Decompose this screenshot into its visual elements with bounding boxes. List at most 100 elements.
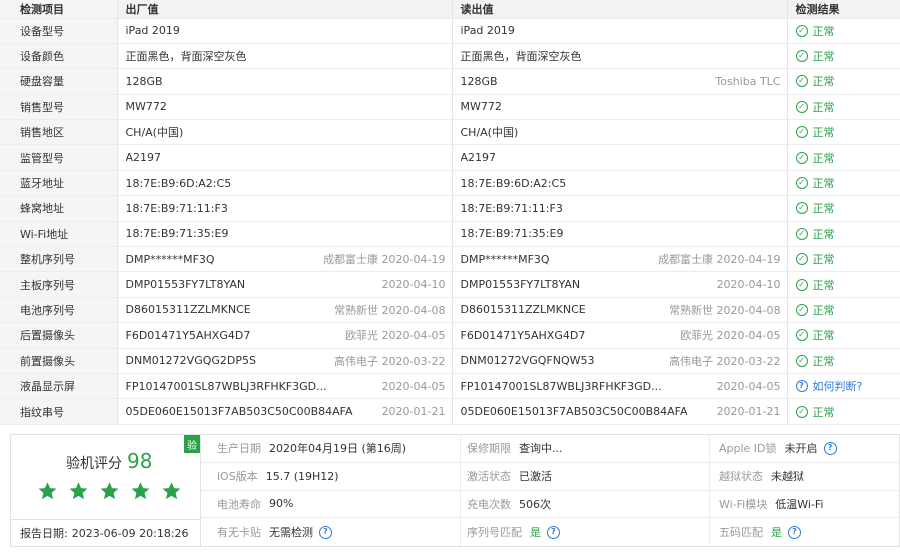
- result-text: 正常: [812, 227, 835, 241]
- factory-value: D86015311ZZLMKNCE: [125, 303, 251, 317]
- info-key: 越狱状态: [719, 470, 763, 484]
- read-value: 正面黑色，背面深空灰色: [460, 50, 582, 64]
- read-value: 18:7E:B9:71:11:F3: [460, 201, 563, 215]
- row-factory-cell: 18:7E:B9:71:11:F3: [117, 195, 453, 222]
- read-value: MW772: [460, 100, 502, 114]
- read-value: 128GB: [460, 74, 498, 88]
- info-value: 未开启: [784, 442, 818, 456]
- info-cell: Apple ID锁 未开启?: [710, 435, 899, 462]
- read-sub: Toshiba TLC: [715, 74, 781, 88]
- info-key: iOS版本: [217, 470, 258, 484]
- info-key: 五码匹配: [719, 526, 763, 540]
- report-date-box: 报告日期: 2023-06-09 20:18:26: [11, 519, 201, 546]
- table-row: 主板序列号 DMP01553FY7LT8YAN 2020-04-10 DMP01553…: [0, 271, 900, 298]
- factory-value: 18:7E:B9:6D:A2:C5: [125, 176, 232, 190]
- row-result-cell: ✓ 正常: [787, 322, 900, 349]
- row-result-cell: ✓ 正常: [787, 43, 900, 70]
- read-value: 05DE060E15013F7AB503C50C00B84AFA: [460, 405, 688, 419]
- result-status: ✓ 正常: [795, 251, 835, 267]
- factory-value: 128GB: [125, 74, 163, 88]
- table-row: 设备颜色 正面黑色，背面深空灰色 正面黑色，背面深空灰色 ✓ 正常: [0, 43, 900, 70]
- row-read-cell: iPad 2019: [452, 18, 788, 44]
- row-factory-cell: DNM01272VGQG2DP5S 高伟电子 2020-03-22: [117, 348, 453, 374]
- check-circle-icon: ✓: [795, 253, 808, 266]
- result-status: ✓ 正常: [795, 23, 835, 39]
- row-read-cell: 18:7E:B9:71:35:E9: [452, 221, 788, 248]
- info-value: 查询中...: [519, 442, 563, 456]
- help-icon[interactable]: ?: [547, 525, 560, 539]
- row-read-cell: 128GB Toshiba TLC: [452, 68, 788, 95]
- read-value: A2197: [460, 151, 497, 165]
- info-cell: 越狱状态 未越狱: [710, 463, 899, 490]
- row-read-cell: CH/A(中国): [452, 119, 788, 146]
- header-read: 读出值: [452, 0, 788, 19]
- row-item: 蓝牙地址: [0, 170, 118, 197]
- info-cell: 序列号匹配是?: [461, 518, 710, 546]
- check-circle-icon: ✓: [795, 303, 808, 316]
- help-icon[interactable]: ?: [823, 441, 837, 455]
- row-read-cell: MW772: [452, 94, 788, 121]
- row-result-cell: ✓ 正常: [787, 271, 900, 298]
- help-icon[interactable]: ?: [319, 525, 332, 539]
- table-row: 销售型号 MW772 MW772 ✓ 正常: [0, 94, 900, 121]
- factory-sub: 常熟新世 2020-04-08: [334, 303, 446, 317]
- read-value: DNM01272VGQFNQW53: [460, 354, 595, 368]
- table-row: Wi-Fi地址 18:7E:B9:71:35:E9 18:7E:B9:71:35:E…: [0, 221, 900, 248]
- row-item: Wi-Fi地址: [0, 221, 118, 248]
- check-circle-icon: ✓: [795, 278, 808, 291]
- row-read-cell: DMP******MF3Q 成都富士康 2020-04-19: [452, 246, 788, 273]
- star-icon: [38, 482, 57, 500]
- factory-value: A2197: [125, 151, 162, 165]
- row-read-cell: D86015311ZZLMKNCE 常熟新世 2020-04-08: [452, 297, 788, 324]
- row-read-cell: F6D01471Y5AHXG4D7 欧菲光 2020-04-05: [452, 322, 788, 349]
- result-status[interactable]: ? 如何判断?: [795, 378, 862, 394]
- info-row: 有无卡贴 无需检测? 序列号匹配是? 五码匹配是?: [201, 518, 899, 546]
- row-read-cell: 18:7E:B9:6D:A2:C5: [452, 170, 788, 197]
- row-item: 前置摄像头: [0, 348, 118, 374]
- result-status: ✓ 正常: [795, 48, 835, 64]
- table-row: 设备型号 iPad 2019 iPad 2019 ✓ 正常: [0, 18, 900, 44]
- read-value: CH/A(中国): [460, 126, 519, 140]
- row-result-cell: ✓ 正常: [787, 94, 900, 121]
- info-value: 15.7 (19H12): [265, 469, 339, 483]
- summary-panel: 验机评分 98 验 报告日期: 2023-06-09 20:18:26 生产日期…: [10, 434, 900, 547]
- score-line: 验机评分 98: [66, 449, 152, 473]
- check-circle-icon: ✓: [795, 227, 808, 240]
- read-value: 18:7E:B9:71:35:E9: [460, 227, 564, 241]
- read-sub: 高伟电子 2020-03-22: [669, 354, 781, 368]
- row-read-cell: DNM01272VGQFNQW53 高伟电子 2020-03-22: [452, 348, 788, 374]
- read-value: DMP01553FY7LT8YAN: [460, 278, 581, 292]
- result-status: ✓ 正常: [795, 327, 835, 343]
- info-value: 是: [771, 526, 782, 540]
- factory-sub: 高伟电子 2020-03-22: [334, 354, 446, 368]
- table-header-row: 检测项目 出厂值 读出值 检测结果: [0, 0, 900, 19]
- row-factory-cell: F6D01471Y5AHXG4D7 欧菲光 2020-04-05: [117, 322, 453, 349]
- info-key: 有无卡贴: [217, 526, 261, 540]
- header-item: 检测项目: [0, 0, 118, 19]
- result-text: 正常: [812, 177, 835, 191]
- info-key: 充电次数: [467, 497, 511, 511]
- row-factory-cell: 18:7E:B9:71:35:E9: [117, 221, 453, 248]
- factory-sub: 2020-01-21: [381, 405, 446, 419]
- result-text: 正常: [812, 202, 835, 216]
- row-result-cell: ✓ 正常: [787, 348, 900, 374]
- rating-stars: [37, 481, 182, 501]
- check-circle-icon: ✓: [795, 100, 808, 113]
- result-text: 正常: [812, 329, 835, 343]
- row-factory-cell: D86015311ZZLMKNCE 常熟新世 2020-04-08: [117, 297, 453, 324]
- header-factory: 出厂值: [117, 0, 453, 19]
- info-value: 低温Wi-Fi: [775, 497, 824, 511]
- result-text: 正常: [812, 100, 835, 114]
- info-value: 未越狱: [771, 470, 804, 484]
- result-text: 正常: [812, 50, 835, 64]
- check-circle-icon: ✓: [795, 126, 808, 139]
- factory-value: DMP01553FY7LT8YAN: [125, 278, 246, 292]
- info-value: 90%: [269, 497, 294, 511]
- info-key: 激活状态: [467, 470, 511, 484]
- row-result-cell: ✓ 正常: [787, 68, 900, 95]
- help-icon[interactable]: ?: [788, 525, 801, 539]
- read-value: 18:7E:B9:6D:A2:C5: [460, 176, 567, 190]
- row-result-cell: ? 如何判断?: [787, 373, 900, 400]
- result-status: ✓ 正常: [795, 150, 835, 166]
- row-result-cell: ✓ 正常: [787, 297, 900, 324]
